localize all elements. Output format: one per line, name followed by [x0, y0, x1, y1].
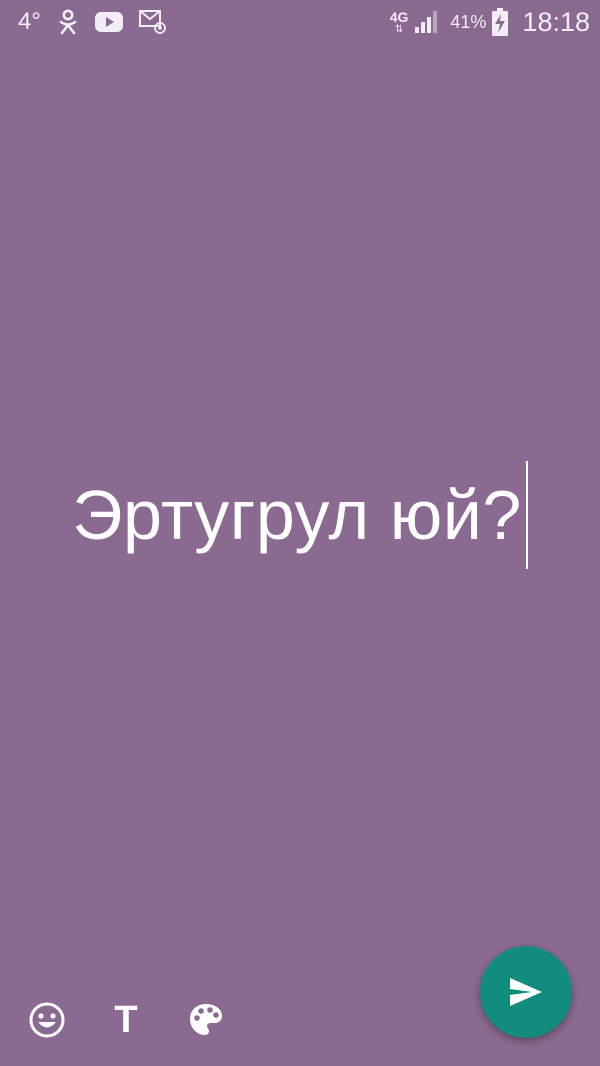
battery-charging-icon — [492, 8, 509, 36]
youtube-icon — [94, 12, 123, 32]
emoji-button[interactable] — [23, 996, 71, 1044]
text-style-icon: T — [114, 999, 138, 1041]
send-button[interactable] — [480, 946, 572, 1038]
temperature-text: 4° — [18, 8, 41, 35]
network-type-label: 4G — [389, 8, 409, 25]
battery-percent: 41% — [450, 11, 487, 32]
send-icon — [509, 977, 543, 1007]
emoji-icon — [28, 1001, 66, 1039]
status-bar: 4° 4G ⇅ 41% 18:18 — [0, 0, 600, 44]
status-text-input[interactable]: Эртугрул юй? — [72, 475, 522, 555]
status-composer-screen: 4° 4G ⇅ 41% 18:18 Эртугрул юй? T — [0, 0, 600, 1066]
text-cursor — [525, 461, 528, 569]
email-notification-icon — [138, 9, 167, 35]
clock: 18:18 — [522, 6, 590, 37]
network-type: 4G ⇅ — [390, 10, 409, 35]
text-style-button[interactable]: T — [102, 996, 150, 1044]
color-palette-button[interactable] — [182, 996, 230, 1044]
data-transfer-icon: ⇅ — [394, 23, 404, 35]
status-bar-right: 4G ⇅ 41% 18:18 — [390, 6, 590, 38]
status-text-area[interactable]: Эртугрул юй? — [0, 460, 600, 570]
palette-icon — [188, 1002, 224, 1038]
signal-icon — [414, 10, 440, 34]
status-bar-left: 4° — [18, 6, 167, 38]
odnoklassniki-icon — [57, 9, 79, 35]
